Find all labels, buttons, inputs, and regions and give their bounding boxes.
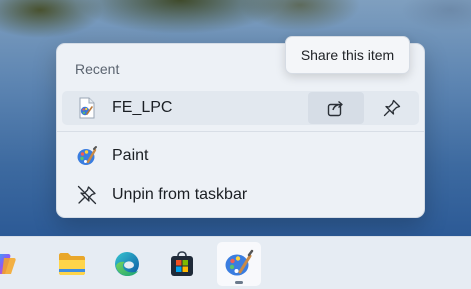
share-icon <box>327 100 343 117</box>
recent-item-label: FE_LPC <box>112 99 173 116</box>
running-indicator <box>235 281 243 284</box>
store-icon <box>171 251 193 276</box>
taskbar <box>0 236 471 289</box>
pin-button[interactable] <box>369 92 415 124</box>
taskbar-app-store[interactable] <box>160 242 204 286</box>
task-unpin-from-taskbar[interactable]: Unpin from taskbar <box>62 178 419 212</box>
task-label: Paint <box>112 147 149 164</box>
taskbar-app-paint[interactable] <box>217 242 261 286</box>
paint-icon <box>76 145 98 167</box>
section-label-recent: Recent <box>75 61 120 77</box>
unpin-icon <box>76 184 98 206</box>
paint-file-icon <box>76 97 98 119</box>
edge-icon <box>115 252 139 276</box>
copilot-icon <box>0 254 16 274</box>
paint-icon <box>225 249 254 276</box>
share-tooltip: Share this item <box>285 36 410 74</box>
recent-item-fe-lpc[interactable]: FE_LPC <box>62 91 419 125</box>
folder-icon <box>59 253 85 275</box>
share-button[interactable] <box>308 92 364 124</box>
menu-divider <box>57 131 424 132</box>
task-label: Unpin from taskbar <box>112 186 248 203</box>
taskbar-app-edge[interactable] <box>105 242 149 286</box>
pin-icon <box>383 99 401 117</box>
taskbar-app-copilot[interactable] <box>0 242 26 286</box>
task-paint[interactable]: Paint <box>62 139 419 173</box>
taskbar-app-file-explorer[interactable] <box>50 242 94 286</box>
